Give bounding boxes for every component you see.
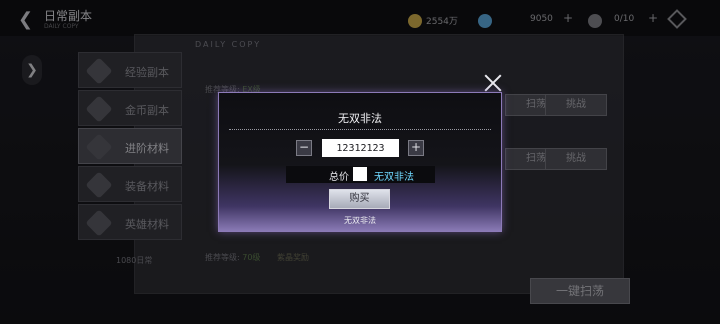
- decrease-button[interactable]: −: [296, 140, 312, 156]
- dialog-title: 无双非法: [338, 112, 382, 125]
- purchase-dialog: 无双非法 − + 总价 无双非法 购买 无双非法: [218, 92, 502, 232]
- total-price-row: 总价 无双非法: [286, 166, 435, 183]
- divider: [229, 129, 491, 130]
- quantity-input[interactable]: [322, 139, 399, 157]
- buy-button[interactable]: 购买: [329, 189, 390, 209]
- increase-button[interactable]: +: [408, 140, 424, 156]
- currency-icon: [353, 167, 367, 181]
- total-value: 无双非法: [374, 172, 414, 183]
- buy-caption: 无双非法: [344, 216, 376, 225]
- close-icon[interactable]: [482, 72, 504, 94]
- total-label: 总价: [329, 172, 349, 183]
